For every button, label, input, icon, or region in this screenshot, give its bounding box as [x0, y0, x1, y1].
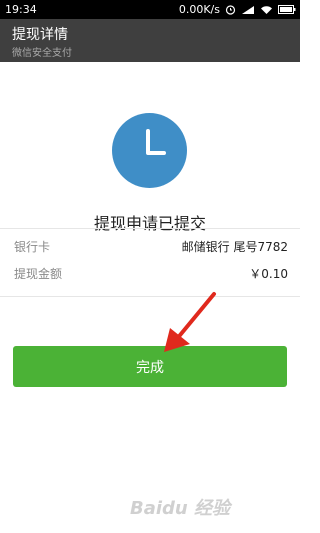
divider	[0, 228, 300, 229]
clock-icon	[112, 113, 187, 188]
status-time: 19:34	[5, 3, 37, 16]
main-content: 提现申请已提交 银行卡 邮储银行 尾号7782 提现金额 ￥0.10 完成 Ba…	[0, 62, 300, 533]
page-title: 提现详情	[12, 27, 68, 43]
detail-row-amount: 提现金额 ￥0.10	[14, 265, 288, 283]
row-label: 提现金额	[14, 267, 63, 281]
watermark: Baidu 经验	[130, 498, 231, 519]
detail-row-bank-card: 银行卡 邮储银行 尾号7782	[14, 238, 288, 256]
status-icons: 0.00K/s	[179, 3, 296, 16]
status-bar: 19:34 0.00K/s	[0, 0, 300, 19]
title-bar: 提现详情 微信安全支付	[0, 19, 300, 62]
status-headline: 提现申请已提交	[93, 214, 206, 233]
signal-icon	[241, 5, 255, 15]
divider	[0, 296, 300, 297]
row-value: 邮储银行 尾号7782	[181, 240, 288, 254]
wifi-icon	[260, 5, 273, 15]
net-speed: 0.00K/s	[178, 3, 220, 16]
page-subtitle: 微信安全支付	[12, 48, 72, 59]
row-label: 银行卡	[14, 240, 51, 254]
alarm-icon	[225, 4, 236, 15]
row-value: ￥0.10	[249, 267, 288, 281]
done-button[interactable]: 完成	[13, 346, 287, 387]
battery-icon	[278, 5, 296, 14]
